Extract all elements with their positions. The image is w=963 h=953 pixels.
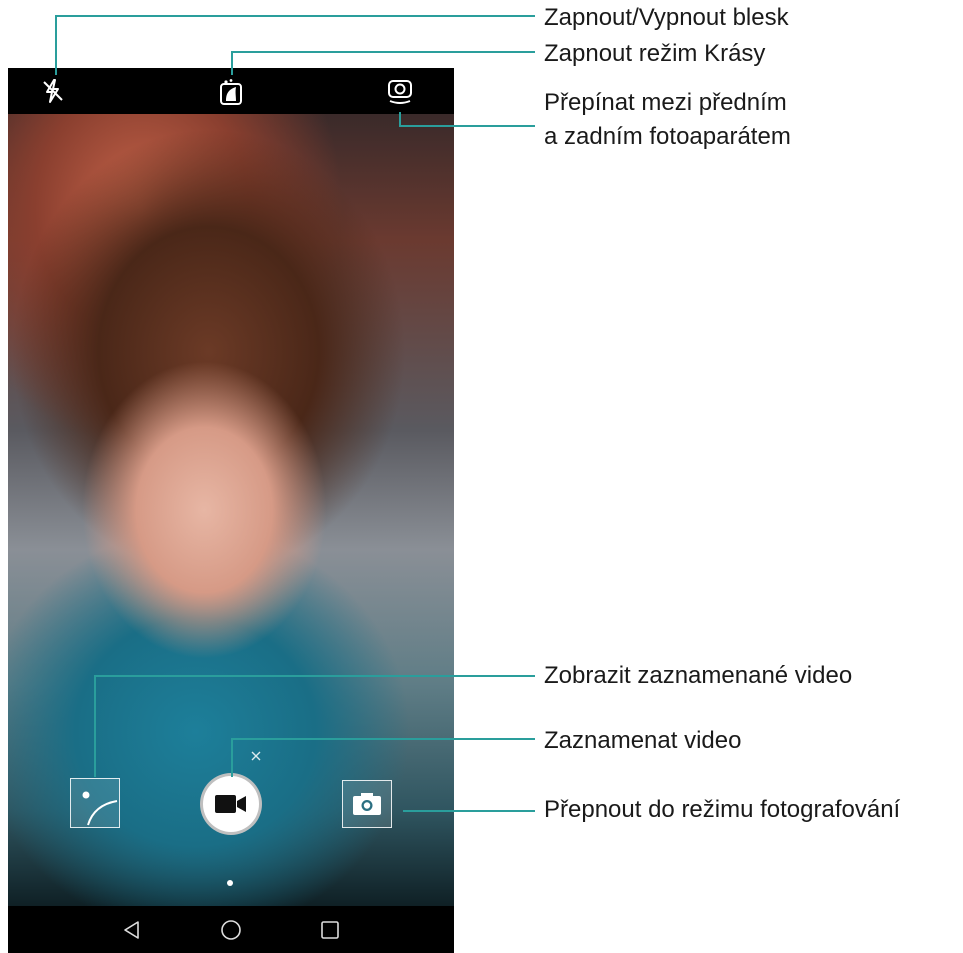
phone-screen [8,68,454,953]
camera-icon [353,793,381,815]
circle-home-icon[interactable] [220,919,242,941]
callout-switch-to-photo: Přepnout do režimu fotografování [544,796,901,823]
triangle-back-icon[interactable] [122,920,142,940]
gallery-thumbnail-icon[interactable] [70,778,120,828]
page-indicator-dot [227,880,233,886]
flash-off-icon[interactable] [41,78,65,104]
callout-line-flash-h [55,15,535,17]
square-recents-icon[interactable] [320,920,340,940]
callout-line-gallery-h [94,675,535,677]
record-video-button[interactable] [200,773,262,835]
beauty-icon[interactable] [218,78,244,106]
callout-switch-camera-line2: a zadním fotoaparátem [544,123,791,150]
callout-line-beauty-v [231,51,233,75]
callout-line-switch-h [399,125,535,127]
callout-line-photo-h [403,810,535,812]
callout-line-switch-v [399,112,401,126]
video-camera-icon [215,795,246,813]
callout-beauty-mode: Zapnout režim Krásy [544,40,766,67]
callout-line-flash-v [55,15,57,75]
callout-view-recorded-video: Zobrazit zaznamenané video [544,662,853,689]
close-icon [251,751,261,761]
callout-line-beauty-h [231,51,535,53]
switch-to-photo-button[interactable] [342,780,392,828]
navigation-bar [8,906,454,953]
callout-line-gallery-v [94,675,96,777]
callout-switch-camera-line1: Přepínat mezi předním [544,89,787,116]
callout-flash-toggle: Zapnout/Vypnout blesk [544,4,789,31]
callout-line-record-h [231,738,535,740]
switch-camera-icon[interactable] [387,77,413,105]
callout-record-video: Zaznamenat video [544,727,742,754]
camera-viewfinder [8,114,454,906]
callout-line-record-v [231,738,233,777]
